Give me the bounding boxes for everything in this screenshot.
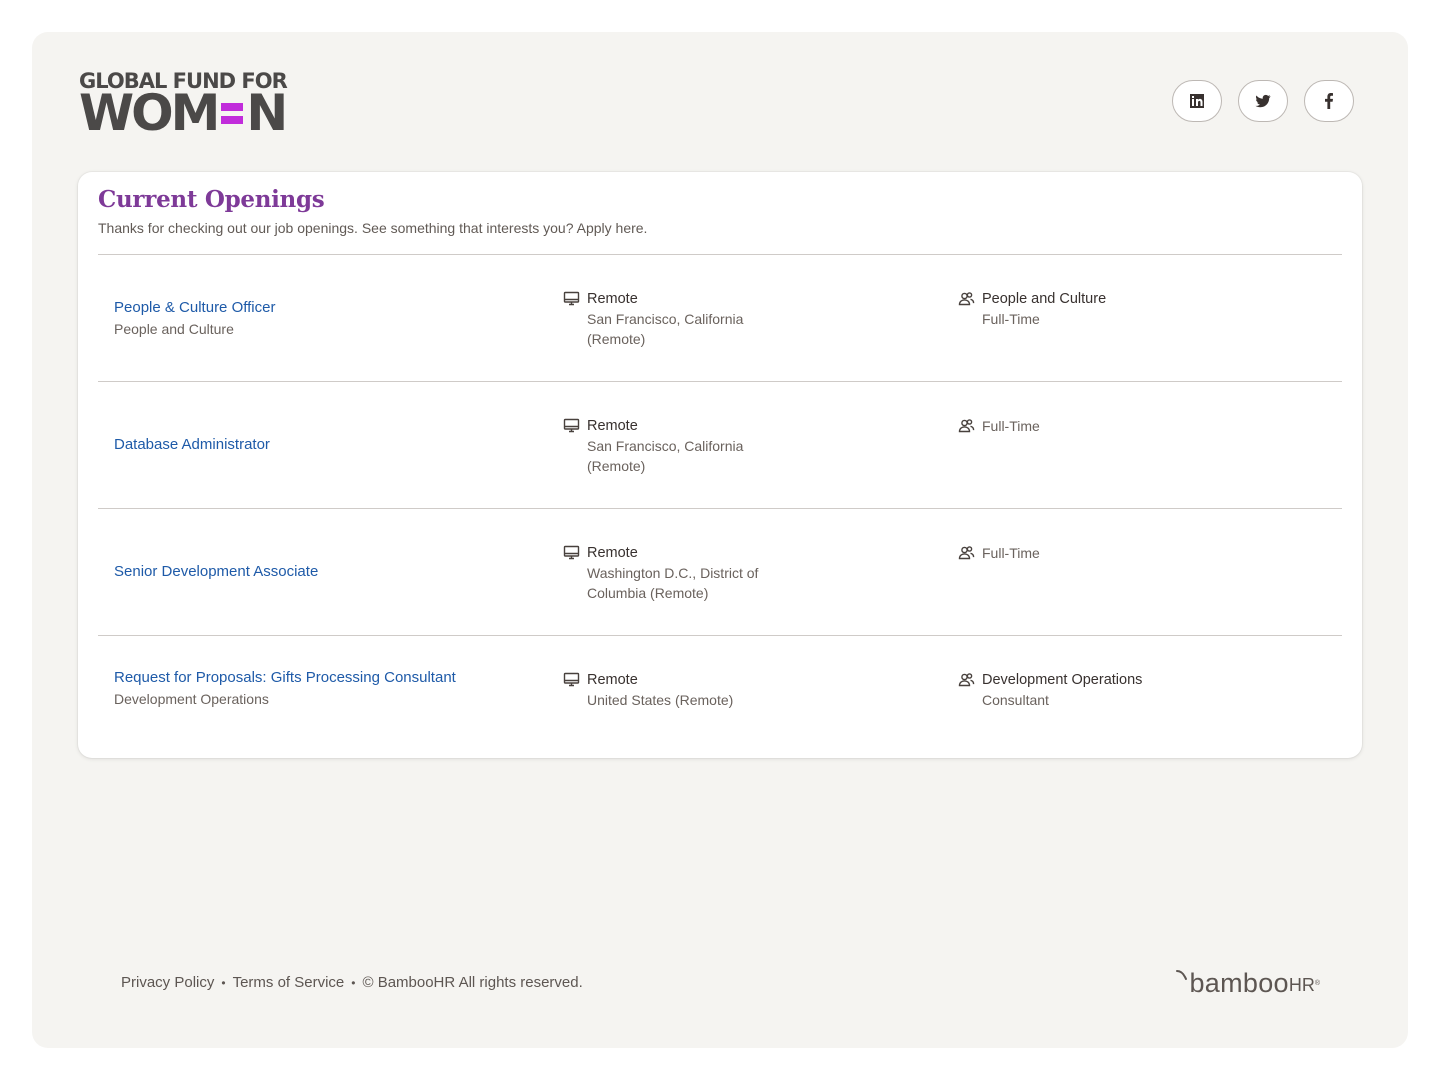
bamboohr-logo[interactable]: bamboo HR ® bbox=[1176, 968, 1320, 998]
footer-links: Privacy Policy • Terms of Service • © Ba… bbox=[121, 974, 583, 991]
type-department: People and Culture bbox=[982, 291, 1107, 307]
twitter-button[interactable] bbox=[1238, 80, 1288, 122]
people-icon bbox=[958, 290, 975, 307]
job-row: Request for Proposals: Gifts Processing … bbox=[98, 636, 1342, 763]
global-fund-for-women-logo[interactable]: GLOBAL FUND FOR WOM N bbox=[79, 70, 299, 140]
separator-dot: • bbox=[351, 975, 356, 990]
location-text: San Francisco, California (Remote) bbox=[587, 311, 744, 347]
trademark-mark: ® bbox=[1314, 980, 1320, 987]
location-text: San Francisco, California (Remote) bbox=[587, 438, 744, 474]
job-location: Remote United States (Remote) bbox=[563, 670, 777, 710]
current-openings-card: Current Openings Thanks for checking out… bbox=[78, 172, 1362, 758]
location-text: Washington D.C., District of Columbia (R… bbox=[587, 565, 759, 601]
employment-type: Full-Time bbox=[982, 311, 1040, 327]
job-location: Remote San Francisco, California (Remote… bbox=[563, 289, 777, 349]
job-location: Remote San Francisco, California (Remote… bbox=[563, 416, 777, 476]
twitter-icon bbox=[1255, 94, 1271, 108]
job-info: Database Administrator bbox=[114, 382, 270, 508]
job-type: People and Culture Full-Time bbox=[958, 289, 1172, 329]
job-type: Full-Time bbox=[958, 543, 1172, 563]
bamboohr-wordmark: bamboo bbox=[1189, 968, 1289, 998]
job-info: Request for Proposals: Gifts Processing … bbox=[114, 636, 456, 763]
job-type: Development Operations Consultant bbox=[958, 670, 1172, 710]
linkedin-button[interactable] bbox=[1172, 80, 1222, 122]
copyright-text: © BambooHR All rights reserved. bbox=[362, 974, 583, 991]
monitor-icon bbox=[563, 290, 580, 307]
type-department: Development Operations bbox=[982, 672, 1143, 688]
employment-type: Full-Time bbox=[982, 418, 1040, 434]
job-department: People and Culture bbox=[114, 320, 234, 337]
monitor-icon bbox=[563, 417, 580, 434]
social-links bbox=[1172, 80, 1354, 122]
location-type: Remote bbox=[587, 418, 638, 434]
job-department: Development Operations bbox=[114, 691, 269, 707]
job-location: Remote Washington D.C., District of Colu… bbox=[563, 543, 777, 603]
bamboohr-suffix: HR bbox=[1288, 975, 1315, 995]
monitor-icon bbox=[563, 544, 580, 561]
leaf-icon bbox=[1176, 970, 1188, 980]
linkedin-icon bbox=[1190, 94, 1204, 108]
job-list: People & Culture Officer People and Cult… bbox=[98, 255, 1342, 763]
job-info: People & Culture Officer People and Cult… bbox=[114, 255, 275, 381]
separator-dot: • bbox=[221, 975, 226, 990]
job-row: Database Administrator Remote San Franci… bbox=[98, 382, 1342, 509]
job-row: People & Culture Officer People and Cult… bbox=[98, 255, 1342, 382]
job-title-link[interactable]: Database Administrator bbox=[114, 435, 270, 455]
job-row: Senior Development Associate Remote Wash… bbox=[98, 509, 1342, 636]
privacy-policy-link[interactable]: Privacy Policy bbox=[121, 974, 214, 991]
people-icon bbox=[958, 544, 975, 561]
facebook-button[interactable] bbox=[1304, 80, 1354, 122]
page-subtitle: Thanks for checking out our job openings… bbox=[98, 220, 648, 236]
job-title-link[interactable]: Senior Development Associate bbox=[114, 562, 318, 582]
job-type: Full-Time bbox=[958, 416, 1172, 436]
location-type: Remote bbox=[587, 545, 638, 561]
job-title-link[interactable]: People & Culture Officer bbox=[114, 298, 275, 318]
location-text: United States (Remote) bbox=[587, 692, 734, 708]
equals-icon bbox=[221, 102, 244, 124]
people-icon bbox=[958, 671, 975, 688]
employment-type: Full-Time bbox=[982, 545, 1040, 561]
page-frame: GLOBAL FUND FOR WOM N Current Openings T… bbox=[32, 32, 1408, 1048]
location-type: Remote bbox=[587, 672, 638, 688]
location-type: Remote bbox=[587, 291, 638, 307]
employment-type: Consultant bbox=[982, 692, 1049, 708]
logo-line-2: WOM N bbox=[79, 84, 288, 142]
people-icon bbox=[958, 417, 975, 434]
job-title-link[interactable]: Request for Proposals: Gifts Processing … bbox=[114, 668, 456, 688]
job-info: Senior Development Associate bbox=[114, 509, 318, 635]
monitor-icon bbox=[563, 671, 580, 688]
terms-of-service-link[interactable]: Terms of Service bbox=[233, 974, 345, 991]
facebook-icon bbox=[1325, 93, 1333, 109]
page-title: Current Openings bbox=[98, 186, 325, 213]
